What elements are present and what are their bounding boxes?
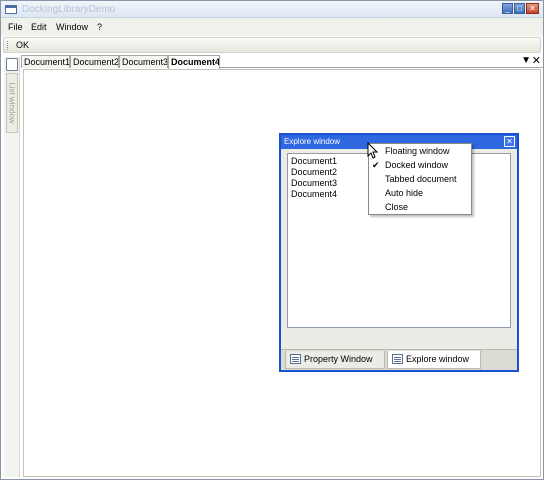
close-document-icon[interactable]: ✕ [532,54,541,67]
maximize-button[interactable]: □ [514,3,525,14]
ok-button[interactable]: OK [14,40,31,50]
pin-icon[interactable] [6,58,18,71]
menu-edit[interactable]: Edit [31,22,47,32]
menu-docked-window[interactable]: Docked window [385,160,448,170]
app-window: DockingLibraryDemo _ □ ✕ File Edit Windo… [0,0,544,480]
title-bar[interactable]: DockingLibraryDemo _ □ ✕ [1,1,543,18]
tab-property-window[interactable]: Property Window [285,351,385,369]
menu-window[interactable]: Window [56,22,88,32]
toolbar-grip-handle[interactable] [7,41,9,50]
list-item[interactable]: Document3 [291,178,337,188]
dock-context-menu: Floating window ✔ Docked window Tabbed d… [368,143,472,215]
tab-document3[interactable]: Document3 [119,55,168,68]
tab-document1[interactable]: Document1 [21,55,70,68]
list-item[interactable]: Document1 [291,156,337,166]
list-item[interactable]: Document2 [291,167,337,177]
menu-file[interactable]: File [8,22,23,32]
auto-hide-sidebar: List window [4,57,20,477]
explore-window-close-button[interactable]: ✕ [504,136,515,147]
mouse-cursor-icon [367,142,379,159]
minimize-button[interactable]: _ [502,3,513,14]
toolbar: OK [3,37,541,53]
tab-list-dropdown-icon[interactable]: ▼ [521,55,531,66]
document-tab-bar: Document1 Document2 Document3 Document4 … [21,54,543,69]
tab-document2[interactable]: Document2 [70,55,119,68]
tab-explore-window[interactable]: Explore window [387,351,481,369]
menu-tabbed-document[interactable]: Tabbed document [385,174,457,184]
tab-explore-window-label: Explore window [406,354,470,364]
explore-window-tab-bar: Property Window Explore window [281,349,517,370]
tab-document4[interactable]: Document4 [168,55,220,69]
check-icon: ✔ [372,160,380,170]
app-window-icon [5,5,17,14]
sidebar-tab-list-window[interactable]: List window [6,73,18,133]
explore-window-icon [392,354,403,364]
menu-auto-hide[interactable]: Auto hide [385,188,423,198]
close-button[interactable]: ✕ [526,3,539,14]
menu-floating-window[interactable]: Floating window [385,146,450,156]
property-window-icon [290,354,301,364]
menu-bar: File Edit Window ? [1,18,543,36]
app-title: DockingLibraryDemo [22,4,116,15]
list-item[interactable]: Document4 [291,189,337,199]
menu-help[interactable]: ? [97,22,102,32]
tab-property-window-label: Property Window [304,354,373,364]
menu-close[interactable]: Close [385,202,408,212]
explore-window-title: Explore window [284,137,341,146]
window-controls: _ □ ✕ [502,3,539,14]
sidebar-tab-label: List window [7,82,17,124]
